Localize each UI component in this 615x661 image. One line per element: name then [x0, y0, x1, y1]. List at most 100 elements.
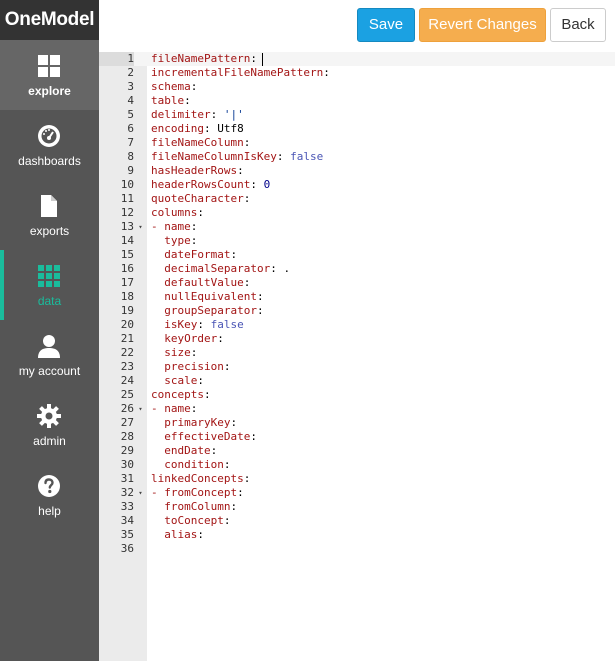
- yaml-key: nullEquivalent: [151, 290, 257, 303]
- line-number: 19: [120, 304, 134, 317]
- code-text: - name:: [151, 220, 197, 234]
- editor-line[interactable]: 9 hasHeaderRows:: [99, 164, 615, 178]
- yaml-separator: :: [190, 346, 198, 359]
- editor-line[interactable]: 20 isKey: false: [99, 318, 615, 332]
- editor-line[interactable]: 4 table:: [99, 94, 615, 108]
- nav-label: help: [38, 504, 61, 518]
- editor-line[interactable]: 27 primaryKey:: [99, 416, 615, 430]
- line-number: 8: [127, 150, 134, 163]
- toolbar: Save Revert Changes Back: [99, 0, 615, 52]
- editor-line[interactable]: 32 ▾ - fromConcept:: [99, 486, 615, 500]
- nav-item-admin[interactable]: admin: [0, 390, 99, 460]
- editor-line[interactable]: 21 keyOrder:: [99, 332, 615, 346]
- yaml-separator: :: [203, 388, 211, 401]
- revert-changes-button[interactable]: Revert Changes: [419, 8, 546, 42]
- editor-line[interactable]: 7 fileNameColumn:: [99, 136, 615, 150]
- yaml-separator: :: [223, 360, 231, 373]
- yaml-separator: :: [217, 332, 224, 345]
- fold-placeholder: [136, 360, 145, 374]
- editor-line[interactable]: 17 defaultValue:: [99, 276, 615, 290]
- line-number: 22: [120, 346, 134, 359]
- editor-line[interactable]: 25 concepts:: [99, 388, 615, 402]
- yaml-key: - name: [151, 402, 191, 415]
- fold-arrow-icon[interactable]: ▾: [136, 486, 145, 500]
- editor-line[interactable]: 11 quoteCharacter:: [99, 192, 615, 206]
- editor-line[interactable]: 14 type:: [99, 234, 615, 248]
- yaml-key: schema: [151, 80, 191, 93]
- editor-line[interactable]: 24 scale:: [99, 374, 615, 388]
- fold-placeholder: [136, 472, 145, 486]
- yaml-separator: :: [243, 276, 251, 289]
- editor-line[interactable]: 23 precision:: [99, 360, 615, 374]
- line-number: 13: [120, 220, 134, 233]
- editor-line[interactable]: 15 dateFormat:: [99, 248, 615, 262]
- nav-item-my-account[interactable]: my account: [0, 320, 99, 390]
- save-button[interactable]: Save: [357, 8, 415, 42]
- yaml-key: - fromConcept: [151, 486, 238, 499]
- code-editor[interactable]: 1 fileNamePattern: 2 incrementalFileNamePat…: [99, 52, 615, 661]
- editor-line[interactable]: 10 headerRowsCount: 0: [99, 178, 615, 192]
- line-number: 10: [120, 178, 134, 191]
- editor-line[interactable]: 19 groupSeparator:: [99, 304, 615, 318]
- editor-line[interactable]: 36: [99, 542, 615, 556]
- yaml-key: effectiveDate: [151, 430, 251, 443]
- editor-line[interactable]: 29 endDate:: [99, 444, 615, 458]
- yaml-separator: :: [230, 500, 238, 513]
- editor-line[interactable]: 16 decimalSeparator: .: [99, 262, 615, 276]
- code-text: endDate:: [151, 444, 217, 458]
- nav-item-exports[interactable]: exports: [0, 180, 99, 250]
- fold-arrow-icon[interactable]: ▾: [136, 402, 145, 416]
- yaml-separator: :: [243, 136, 251, 149]
- code-text: columns:: [151, 206, 204, 220]
- nav-item-help[interactable]: help: [0, 460, 99, 530]
- yaml-separator: :: [197, 528, 204, 541]
- editor-line[interactable]: 30 condition:: [99, 458, 615, 472]
- editor-line[interactable]: 13 ▾ - name:: [99, 220, 615, 234]
- brand-logo[interactable]: OneModel: [0, 0, 99, 40]
- editor-line[interactable]: 18 nullEquivalent:: [99, 290, 615, 304]
- line-number: 5: [127, 108, 134, 121]
- nav-item-data[interactable]: data: [0, 250, 99, 320]
- editor-line[interactable]: 3 schema:: [99, 80, 615, 94]
- yaml-key: scale: [151, 374, 198, 387]
- yaml-separator: :: [197, 374, 204, 387]
- fold-placeholder: [136, 262, 145, 276]
- sidebar: OneModel explore dashboards exports data…: [0, 0, 99, 661]
- editor-line[interactable]: 31 linkedConcepts:: [99, 472, 615, 486]
- editor-line[interactable]: 1 fileNamePattern:: [99, 52, 615, 66]
- editor-line[interactable]: 33 fromColumn:: [99, 500, 615, 514]
- editor-line[interactable]: 2 incrementalFileNamePattern:: [99, 66, 615, 80]
- code-text: fromColumn:: [151, 500, 237, 514]
- fold-placeholder: [136, 416, 145, 430]
- editor-line[interactable]: 8 fileNameColumnIsKey: false: [99, 150, 615, 164]
- fold-placeholder: [136, 458, 145, 472]
- yaml-key: type: [151, 234, 191, 247]
- yaml-value: .: [283, 262, 291, 275]
- text-cursor: [262, 53, 263, 66]
- line-number: 27: [120, 416, 134, 429]
- editor-line[interactable]: 12 columns:: [99, 206, 615, 220]
- line-number: 26: [120, 402, 134, 415]
- user-icon: [38, 335, 60, 358]
- editor-line[interactable]: 5 delimiter: '|': [99, 108, 615, 122]
- editor-line[interactable]: 26 ▾ - name:: [99, 402, 615, 416]
- back-button[interactable]: Back: [550, 8, 606, 42]
- editor-line[interactable]: 35 alias:: [99, 528, 615, 542]
- code-text: concepts:: [151, 388, 211, 402]
- line-number: 12: [120, 206, 134, 219]
- line-number: 30: [120, 458, 134, 471]
- editor-line[interactable]: 22 size:: [99, 346, 615, 360]
- nav-item-dashboards[interactable]: dashboards: [0, 110, 99, 180]
- editor-line[interactable]: 34 toConcept:: [99, 514, 615, 528]
- yaml-separator: :: [190, 234, 198, 247]
- nav-item-explore[interactable]: explore: [0, 40, 99, 110]
- editor-line[interactable]: 28 effectiveDate:: [99, 430, 615, 444]
- yaml-key: toConcept: [151, 514, 224, 527]
- fold-placeholder: [136, 122, 145, 136]
- fold-placeholder: [136, 164, 145, 178]
- editor-line[interactable]: 6 encoding: Utf8: [99, 122, 615, 136]
- fold-arrow-icon[interactable]: ▾: [136, 220, 145, 234]
- line-number: 21: [120, 332, 134, 345]
- yaml-key: keyOrder: [151, 332, 218, 345]
- nav-label: exports: [29, 224, 70, 238]
